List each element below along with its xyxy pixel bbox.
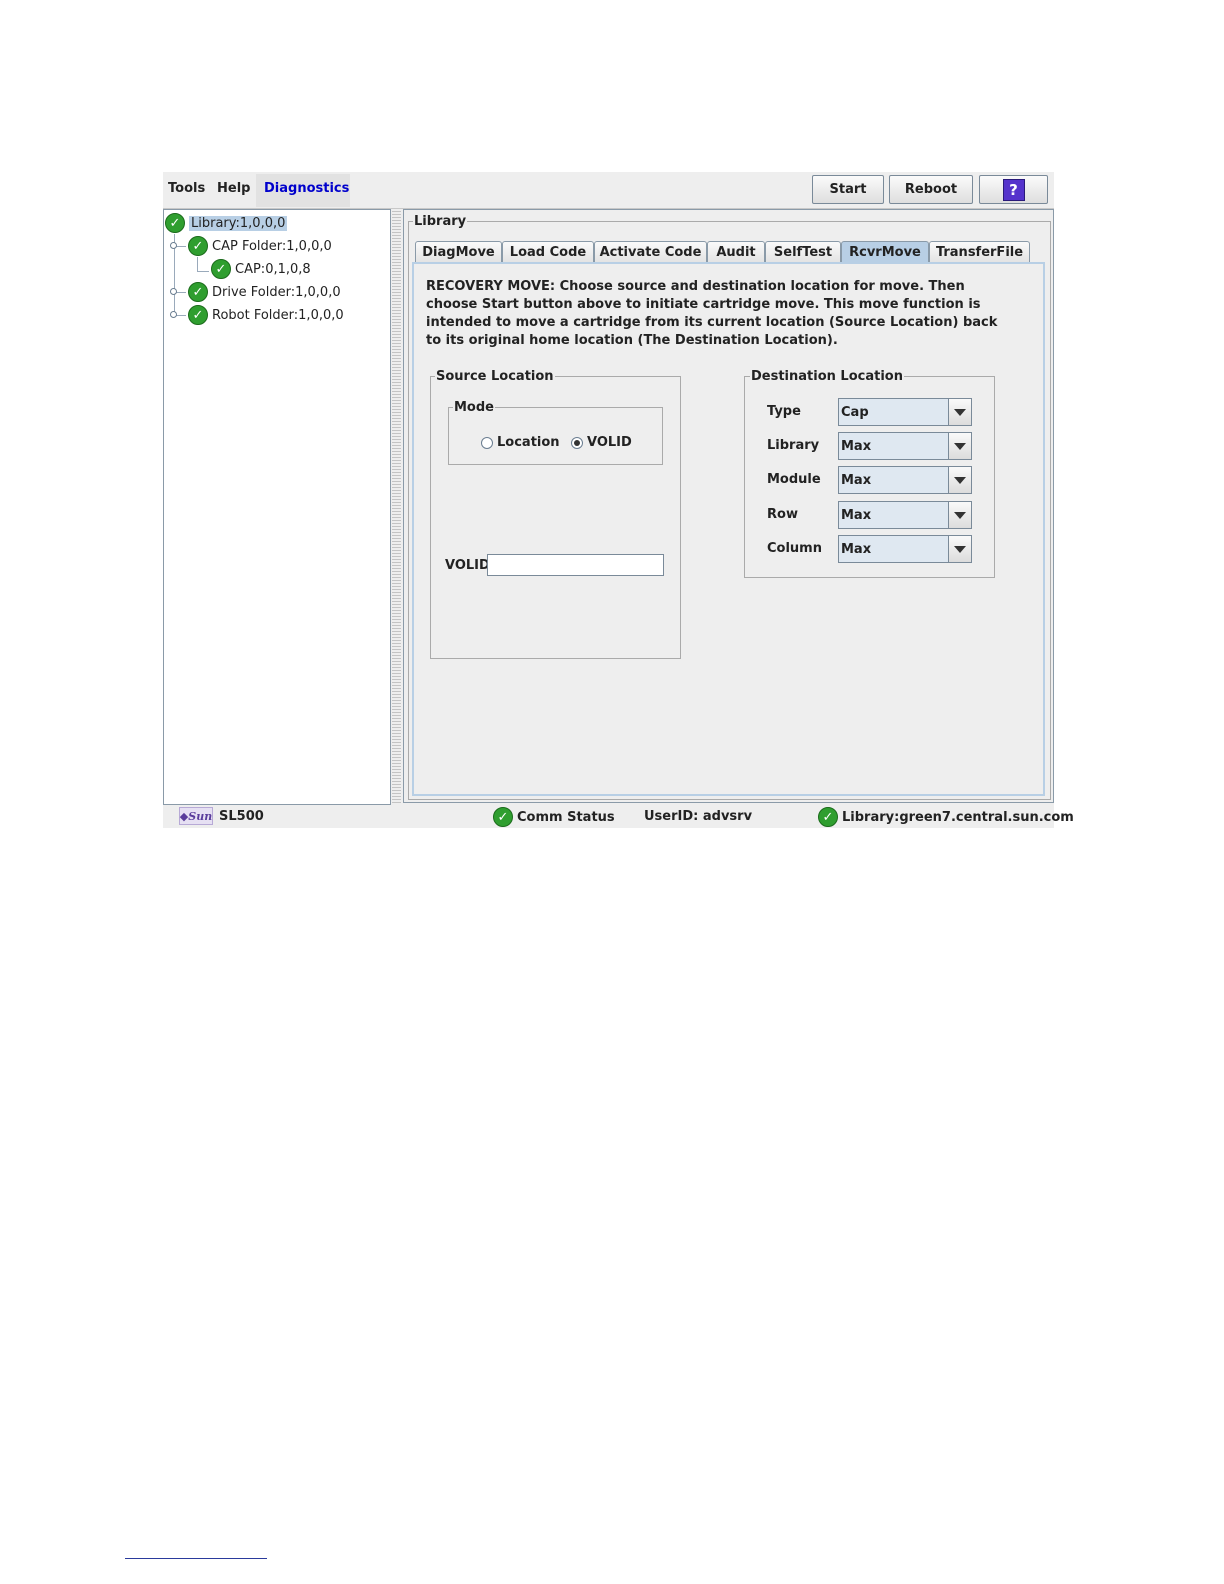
column-label: Column	[767, 541, 822, 556]
comm-status-label: Comm Status	[517, 809, 615, 825]
rcvrmove-content: RECOVERY MOVE: Choose source and destina…	[412, 262, 1045, 796]
radio-location[interactable]: Location	[481, 435, 560, 450]
expand-handle[interactable]	[170, 288, 177, 295]
destination-location-title: Destination Location	[750, 369, 904, 384]
check-circle-icon: ✓	[211, 259, 231, 279]
column-select-value: Max	[841, 542, 872, 557]
tab-load-code[interactable]: Load Code	[502, 241, 594, 263]
status-bar: ◆Sun SL500 ✓ Comm Status UserID: advsrv …	[163, 805, 1074, 828]
chevron-down-icon[interactable]	[948, 433, 971, 459]
help-icon: ?	[1002, 178, 1025, 201]
module-select-value: Max	[841, 473, 872, 488]
library-label: Library	[767, 438, 820, 453]
footer-rule	[125, 1558, 267, 1559]
source-location-title: Source Location	[435, 369, 555, 384]
tree-node-label: CAP:0,1,0,8	[235, 261, 311, 277]
menu-tools[interactable]: Tools	[168, 181, 205, 196]
tree-node-label: Library:1,0,0,0	[189, 215, 288, 231]
library-host: ✓ Library:green7.central.sun.com	[818, 807, 1074, 827]
library-host-label: Library:green7.central.sun.com	[842, 809, 1074, 825]
tab-rcvrmove[interactable]: RcvrMove	[841, 241, 929, 263]
tree-node-drive-folder[interactable]: ✓ Drive Folder:1,0,0,0	[188, 282, 341, 302]
column-select[interactable]: Max	[838, 535, 972, 563]
library-group-title: Library	[413, 214, 468, 229]
tree-connector	[197, 257, 198, 271]
radio-location-label: Location	[497, 435, 560, 450]
chevron-down-icon[interactable]	[948, 502, 971, 528]
row-select[interactable]: Max	[838, 501, 972, 529]
radio-volid-label: VOLID	[587, 435, 632, 450]
tree-connector	[197, 271, 209, 272]
radio-volid[interactable]: VOLID	[571, 435, 632, 450]
row-select-value: Max	[841, 508, 872, 523]
menu-help[interactable]: Help	[217, 181, 250, 196]
tab-selftest[interactable]: SelfTest	[765, 241, 841, 263]
chevron-down-icon[interactable]	[948, 467, 971, 493]
module-label: Module	[767, 472, 821, 487]
volid-label: VOLID	[445, 558, 490, 573]
main-panel: Library DiagMove Load Code Activate Code…	[403, 209, 1054, 803]
expand-handle[interactable]	[170, 311, 177, 318]
chevron-down-icon[interactable]	[948, 399, 971, 425]
product-name: SL500	[219, 808, 264, 824]
product-info: ◆Sun SL500	[179, 807, 264, 825]
type-label: Type	[767, 404, 801, 419]
expand-handle[interactable]	[170, 242, 177, 249]
tree-node-label: Drive Folder:1,0,0,0	[212, 284, 341, 300]
start-button[interactable]: Start	[812, 175, 884, 204]
tree-node-library[interactable]: ✓ Library:1,0,0,0	[165, 213, 288, 233]
tree-node-cap-folder[interactable]: ✓ CAP Folder:1,0,0,0	[188, 236, 332, 256]
row-label: Row	[767, 507, 798, 522]
library-select-value: Max	[841, 439, 872, 454]
menu-diagnostics[interactable]: Diagnostics	[264, 181, 349, 196]
tab-diagmove[interactable]: DiagMove	[415, 241, 502, 263]
menu-bar: Tools Help Diagnostics Start Reboot ?	[163, 172, 1054, 209]
description-text: RECOVERY MOVE: Choose source and destina…	[426, 279, 998, 348]
module-select[interactable]: Max	[838, 466, 972, 494]
tab-audit[interactable]: Audit	[707, 241, 765, 263]
sun-logo-icon: ◆Sun	[179, 807, 213, 825]
tab-transferfile[interactable]: TransferFile	[929, 241, 1030, 263]
comm-status: ✓ Comm Status	[493, 807, 615, 827]
tree-panel: ✓ Library:1,0,0,0 ✓ CAP Folder:1,0,0,0 ✓…	[163, 209, 391, 805]
app-window: Tools Help Diagnostics Start Reboot ? ✓ …	[163, 172, 1074, 828]
reboot-button[interactable]: Reboot	[889, 175, 973, 204]
volid-input[interactable]	[487, 554, 664, 576]
check-circle-icon: ✓	[188, 236, 208, 256]
help-button[interactable]: ?	[979, 175, 1048, 204]
radio-volid-button[interactable]	[571, 436, 583, 449]
tree-node-robot-folder[interactable]: ✓ Robot Folder:1,0,0,0	[188, 305, 344, 325]
check-circle-icon: ✓	[188, 305, 208, 325]
type-select-value: Cap	[841, 405, 869, 420]
tree-node-cap[interactable]: ✓ CAP:0,1,0,8	[211, 259, 311, 279]
mode-title: Mode	[453, 400, 495, 415]
check-circle-icon: ✓	[493, 807, 513, 827]
library-select[interactable]: Max	[838, 432, 972, 460]
tab-activate-code[interactable]: Activate Code	[594, 241, 707, 263]
tree-node-label: CAP Folder:1,0,0,0	[212, 238, 332, 254]
chevron-down-icon[interactable]	[948, 536, 971, 562]
split-pane-divider[interactable]	[392, 209, 401, 803]
tree-node-label: Robot Folder:1,0,0,0	[212, 307, 344, 323]
check-circle-icon: ✓	[818, 807, 838, 827]
type-select[interactable]: Cap	[838, 398, 972, 426]
check-circle-icon: ✓	[165, 213, 185, 233]
check-circle-icon: ✓	[188, 282, 208, 302]
user-id: UserID: advsrv	[644, 809, 753, 824]
radio-location-button[interactable]	[481, 436, 493, 449]
